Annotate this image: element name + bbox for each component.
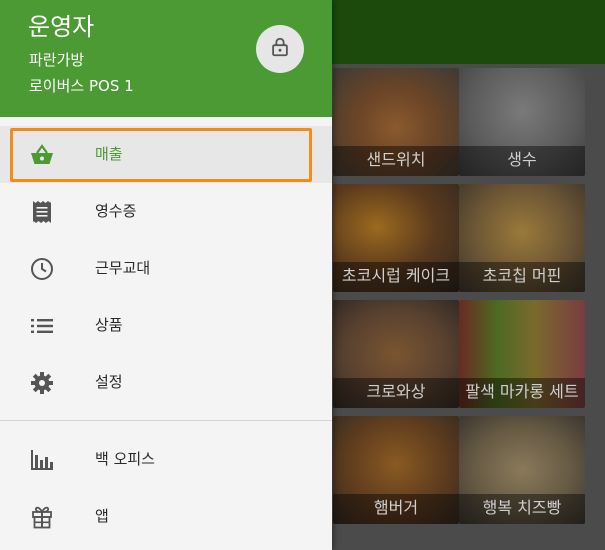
product-name: 행복 치즈빵: [459, 494, 585, 524]
product-grid: 샌드위치 생수 초코시럽 케이크 초코칩 머핀 크로와상 팔색 마카롱 세트 햄…: [326, 64, 605, 550]
product-tile[interactable]: 생수: [459, 68, 585, 176]
list-icon: [29, 313, 55, 339]
product-name: 샌드위치: [333, 146, 459, 176]
product-tile[interactable]: 행복 치즈빵: [459, 416, 585, 524]
receipt-icon: [29, 199, 55, 225]
menu-item-shift[interactable]: 근무교대: [0, 240, 332, 297]
product-name: 생수: [459, 146, 585, 176]
menu-item-label: 백 오피스: [95, 450, 155, 468]
menu-item-label: 앱: [95, 507, 109, 525]
menu-item-items[interactable]: 상품: [0, 297, 332, 354]
menu-item-receipts[interactable]: 영수증: [0, 183, 332, 240]
product-tile[interactable]: 햄버거: [333, 416, 459, 524]
menu-item-sales[interactable]: 매출: [0, 126, 332, 183]
selection-highlight: [10, 128, 312, 182]
menu-item-back-office[interactable]: 백 오피스: [0, 431, 332, 488]
lock-icon: [269, 36, 291, 62]
product-tile[interactable]: 크로와상: [333, 300, 459, 408]
bar-chart-icon: [29, 447, 55, 473]
product-tile[interactable]: 초코칩 머핀: [459, 184, 585, 292]
menu-item-label: 영수증: [95, 202, 137, 220]
merchant-name: 운영자: [28, 13, 95, 41]
product-name: 크로와상: [333, 378, 459, 408]
gift-icon: [29, 504, 55, 530]
menu-item-label: 매출: [95, 145, 123, 163]
product-name: 햄버거: [333, 494, 459, 524]
clock-icon: [29, 256, 55, 282]
product-tile[interactable]: 샌드위치: [333, 68, 459, 176]
menu-item-label: 근무교대: [95, 259, 151, 277]
drawer-header: 운영자 파란가방 로이버스 POS 1: [0, 0, 332, 117]
product-tile[interactable]: 초코시럽 케이크: [333, 184, 459, 292]
menu-item-apps[interactable]: 앱: [0, 488, 332, 545]
menu-item-label: 설정: [95, 373, 123, 391]
product-tile[interactable]: 팔색 마카롱 세트: [459, 300, 585, 408]
basket-icon: [29, 142, 55, 168]
product-name: 초코시럽 케이크: [333, 262, 459, 292]
lock-button[interactable]: [256, 25, 304, 73]
menu-item-settings[interactable]: 설정: [0, 354, 332, 411]
product-name: 팔색 마카롱 세트: [459, 378, 585, 408]
menu-divider: [0, 420, 332, 421]
navigation-drawer: 운영자 파란가방 로이버스 POS 1 매출 영수증 근무교대 상품 설정 백 …: [0, 0, 332, 550]
store-name: 파란가방: [29, 51, 85, 69]
pos-name: 로이버스 POS 1: [29, 77, 134, 95]
menu-item-label: 상품: [95, 316, 123, 334]
product-name: 초코칩 머핀: [459, 262, 585, 292]
gear-icon: [29, 370, 55, 396]
